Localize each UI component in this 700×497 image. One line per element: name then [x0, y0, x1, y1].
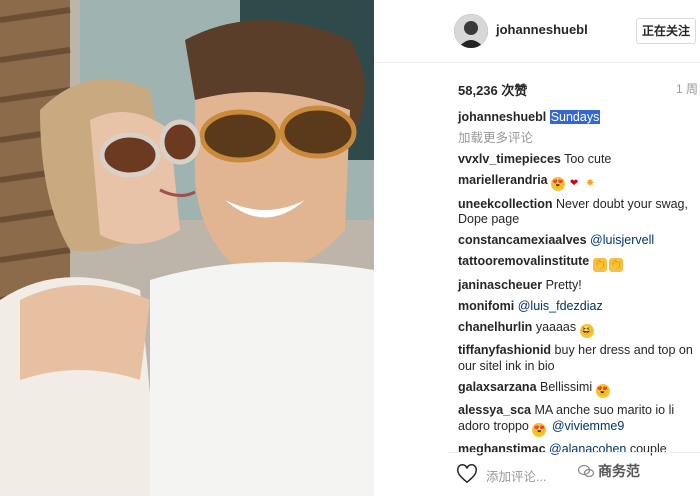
clap-emoji-icon: 👏: [608, 258, 623, 272]
comment-mention[interactable]: @viviemme9: [552, 419, 624, 433]
comment-text: Too cute: [564, 152, 612, 166]
load-more-comments[interactable]: 加载更多评论: [458, 131, 698, 147]
comment: janinascheuer Pretty!: [458, 278, 698, 294]
comment: tiffanyfashionid buy her dress and top o…: [458, 343, 698, 374]
grin-emoji-icon: 😆: [579, 323, 594, 338]
wechat-icon: [578, 464, 594, 478]
caption: johanneshuebl Sundays: [458, 110, 698, 126]
add-comment-input[interactable]: 添加评论...: [486, 466, 546, 485]
post-sidebar: johanneshuebl 正在关注 58,236 次赞 1 周 johanne…: [374, 0, 700, 496]
comment-username[interactable]: monifomi: [458, 299, 514, 313]
heart-eyes-emoji-icon: 😍: [595, 383, 610, 398]
comment: tattooremovalinstitute 👏 👏: [458, 254, 698, 272]
post-footer: 添加评论... 商务范: [448, 452, 700, 497]
comment-username[interactable]: vvxlv_timepieces: [458, 152, 561, 166]
comment-text: yaaaas: [535, 319, 577, 334]
comment-username[interactable]: uneekcollection: [458, 197, 552, 211]
post-time: 1 周: [676, 82, 699, 96]
author-username[interactable]: johanneshuebl: [496, 22, 588, 37]
clap-emoji-icon: 👏: [592, 258, 607, 272]
comment: chanelhurlin yaaaas 😆: [458, 320, 698, 338]
comment-username[interactable]: galaxsarzana: [458, 380, 537, 394]
comment: uneekcollection Never doubt your swag, D…: [458, 197, 698, 228]
instagram-post: johanneshuebl 正在关注 58,236 次赞 1 周 johanne…: [0, 0, 700, 496]
comment-text: Pretty!: [545, 277, 582, 292]
post-header: johanneshuebl 正在关注: [374, 0, 700, 63]
sparkle-emoji-icon: ✸: [585, 178, 595, 189]
caption-text: Sundays: [549, 110, 601, 124]
comment-username[interactable]: chanelhurlin: [458, 320, 532, 334]
comment-mention[interactable]: @luisjervell: [590, 233, 654, 247]
comment: galaxsarzana Bellissimi 😍: [458, 380, 698, 398]
comment-username[interactable]: tattooremovalinstitute: [458, 254, 589, 268]
comment-username[interactable]: janinascheuer: [458, 278, 542, 292]
load-more-label[interactable]: 加载更多评论: [458, 131, 533, 145]
heart-emoji-icon: ❤: [569, 178, 579, 189]
comment-username[interactable]: tiffanyfashionid: [458, 343, 551, 357]
comment: vvxlv_timepieces Too cute: [458, 152, 698, 168]
comment-mention[interactable]: @luis_fdezdiaz: [518, 299, 603, 313]
comment-username[interactable]: mariellerandria: [458, 173, 548, 187]
watermark: 商务范: [598, 463, 640, 479]
comment-list: johanneshuebl Sundays 加载更多评论 vvxlv_timep…: [458, 110, 698, 463]
avatar[interactable]: [454, 14, 488, 48]
comment-username[interactable]: constancamexiaalves: [458, 233, 587, 247]
following-button[interactable]: 正在关注: [636, 18, 696, 44]
comment-text: Bellissimi: [540, 379, 593, 394]
heart-eyes-emoji-icon: 😍: [532, 422, 547, 437]
like-count[interactable]: 58,236 次赞: [458, 80, 527, 99]
comment: alessya_sca MA anche suo marito io li ad…: [458, 403, 698, 437]
comment: mariellerandria 😍 ❤ ✸: [458, 173, 698, 191]
comment: monifomi @luis_fdezdiaz: [458, 299, 698, 315]
post-photo[interactable]: [0, 0, 374, 496]
heart-icon[interactable]: [456, 463, 478, 485]
comment: constancamexiaalves @luisjervell: [458, 233, 698, 249]
comment-username[interactable]: alessya_sca: [458, 403, 531, 417]
heart-eyes-emoji-icon: 😍: [551, 177, 566, 191]
caption-username[interactable]: johanneshuebl: [458, 110, 546, 124]
